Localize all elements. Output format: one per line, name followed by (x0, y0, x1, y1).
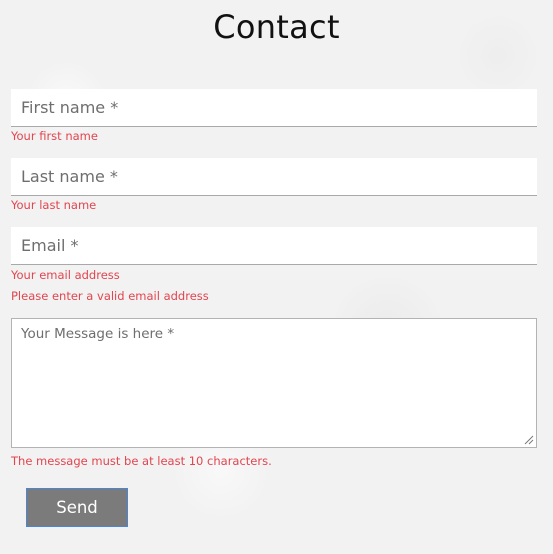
first-name-input[interactable] (11, 89, 537, 126)
message-field-wrapper (11, 318, 537, 448)
email-error: Your email address (11, 268, 120, 282)
message-error: The message must be at least 10 characte… (11, 454, 272, 468)
page-title: Contact (213, 8, 340, 46)
send-button[interactable]: Send (26, 488, 128, 527)
email-input[interactable] (11, 227, 537, 264)
last-name-error: Your last name (11, 198, 97, 212)
email-field-wrapper (11, 227, 537, 265)
email-validation-error: Please enter a valid email address (11, 289, 209, 303)
last-name-input[interactable] (11, 158, 537, 195)
message-textarea[interactable] (12, 319, 536, 447)
first-name-error: Your first name (11, 129, 98, 143)
last-name-field-wrapper (11, 158, 537, 196)
resize-grip-icon[interactable] (524, 435, 534, 445)
first-name-field-wrapper (11, 89, 537, 127)
